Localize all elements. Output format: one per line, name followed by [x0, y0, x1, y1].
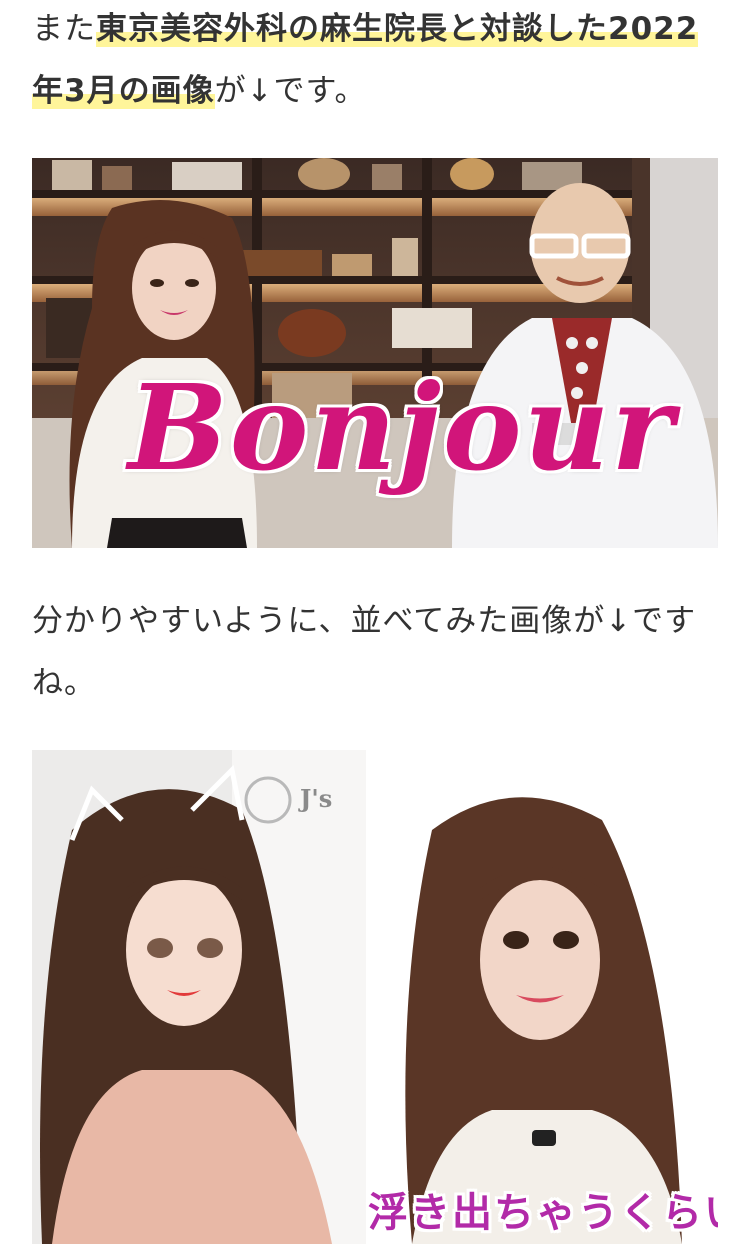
- paragraph-intro-suffix: が↓です。: [214, 73, 367, 109]
- paragraph-compare-text: 分かりやすいように、並べてみた画像が↓ですね。: [32, 603, 697, 701]
- comparison-photo-scene: [32, 750, 718, 1244]
- photo-caption: 浮き出ちゃうくらい: [368, 1190, 718, 1236]
- comparison-photo: J's 浮き出ちゃうくらい: [32, 750, 718, 1244]
- paragraph-intro: また東京美容外科の麻生院長と対談した2022年3月の画像が↓です。: [32, 0, 722, 122]
- bonjour-overlay: Bonjour: [128, 358, 676, 497]
- interview-photo: Bonjour: [32, 158, 718, 548]
- sign-text: J's: [300, 784, 333, 813]
- paragraph-compare: 分かりやすいように、並べてみた画像が↓ですね。: [32, 590, 722, 714]
- paragraph-intro-prefix: また: [32, 11, 96, 47]
